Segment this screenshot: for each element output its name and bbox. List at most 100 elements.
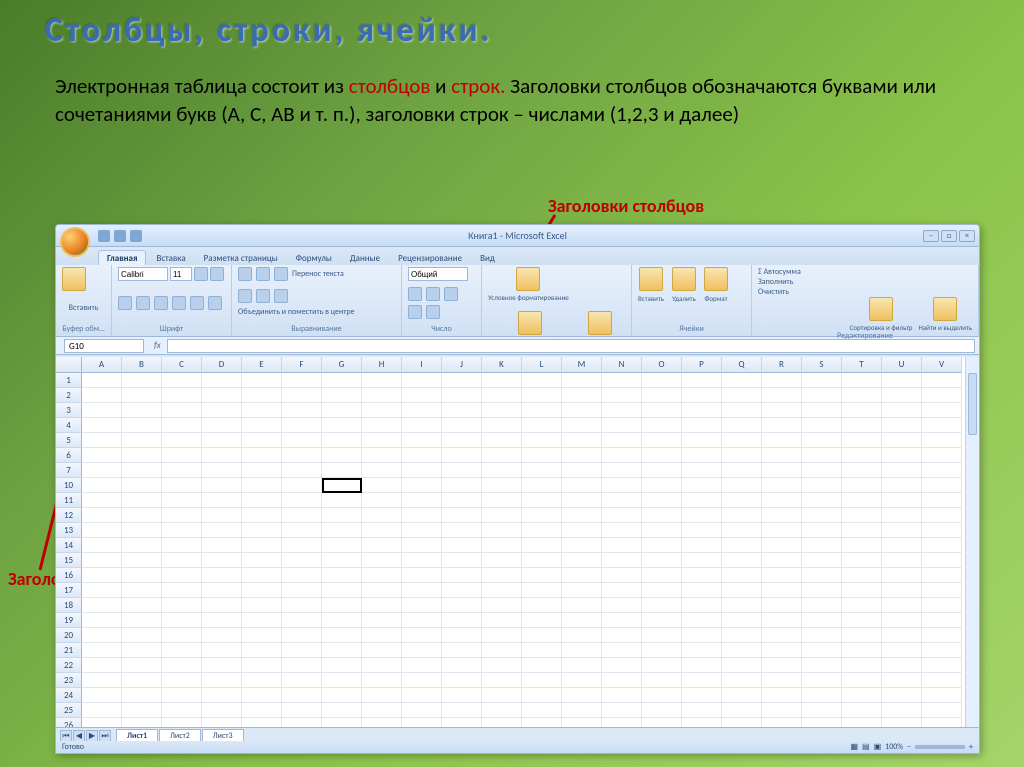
cell[interactable] bbox=[82, 583, 122, 598]
cell[interactable] bbox=[762, 553, 802, 568]
cell[interactable] bbox=[802, 448, 842, 463]
column-header[interactable]: A bbox=[82, 357, 122, 373]
view-break-icon[interactable]: ▣ bbox=[874, 741, 882, 753]
autosum-button[interactable]: Σ Автосумма bbox=[758, 267, 801, 277]
cell[interactable] bbox=[762, 433, 802, 448]
cell[interactable] bbox=[522, 508, 562, 523]
font-size-input[interactable] bbox=[170, 267, 192, 281]
cell[interactable] bbox=[722, 373, 762, 388]
cell[interactable] bbox=[162, 703, 202, 718]
cell[interactable] bbox=[82, 673, 122, 688]
cell[interactable] bbox=[682, 613, 722, 628]
cell[interactable] bbox=[882, 673, 922, 688]
cell[interactable] bbox=[82, 688, 122, 703]
cell[interactable] bbox=[522, 628, 562, 643]
cell[interactable] bbox=[322, 478, 362, 493]
cell[interactable] bbox=[362, 583, 402, 598]
cell[interactable] bbox=[402, 598, 442, 613]
cell[interactable] bbox=[522, 403, 562, 418]
cell[interactable] bbox=[602, 658, 642, 673]
cell[interactable] bbox=[242, 463, 282, 478]
cell[interactable] bbox=[82, 568, 122, 583]
cell[interactable] bbox=[522, 553, 562, 568]
cell[interactable] bbox=[762, 403, 802, 418]
column-header[interactable]: E bbox=[242, 357, 282, 373]
cell[interactable] bbox=[442, 418, 482, 433]
cell[interactable] bbox=[282, 658, 322, 673]
cell[interactable] bbox=[922, 598, 962, 613]
cell[interactable] bbox=[202, 673, 242, 688]
align-top-icon[interactable] bbox=[238, 267, 252, 281]
cell[interactable] bbox=[322, 628, 362, 643]
cell[interactable] bbox=[922, 688, 962, 703]
format-table-icon[interactable] bbox=[518, 311, 542, 335]
cell[interactable] bbox=[802, 568, 842, 583]
cell[interactable] bbox=[722, 583, 762, 598]
close-button[interactable]: × bbox=[959, 230, 975, 242]
cell[interactable] bbox=[162, 448, 202, 463]
cell[interactable] bbox=[402, 433, 442, 448]
cell[interactable] bbox=[682, 463, 722, 478]
cell[interactable] bbox=[402, 448, 442, 463]
cell[interactable] bbox=[602, 598, 642, 613]
cell[interactable] bbox=[642, 508, 682, 523]
cell[interactable] bbox=[522, 583, 562, 598]
row-header[interactable]: 22 bbox=[56, 658, 82, 673]
cell[interactable] bbox=[642, 538, 682, 553]
cell[interactable] bbox=[562, 688, 602, 703]
cell[interactable] bbox=[322, 613, 362, 628]
cell[interactable] bbox=[282, 553, 322, 568]
cell[interactable] bbox=[282, 508, 322, 523]
cell[interactable] bbox=[562, 478, 602, 493]
cell[interactable] bbox=[442, 523, 482, 538]
cell[interactable] bbox=[682, 703, 722, 718]
cell[interactable] bbox=[642, 388, 682, 403]
cell[interactable] bbox=[602, 403, 642, 418]
cell[interactable] bbox=[442, 433, 482, 448]
cell[interactable] bbox=[362, 433, 402, 448]
cell[interactable] bbox=[802, 553, 842, 568]
cell[interactable] bbox=[682, 628, 722, 643]
cell[interactable] bbox=[122, 703, 162, 718]
cell[interactable] bbox=[762, 463, 802, 478]
cell[interactable] bbox=[722, 448, 762, 463]
cell[interactable] bbox=[282, 568, 322, 583]
cell[interactable] bbox=[842, 658, 882, 673]
cell[interactable] bbox=[882, 553, 922, 568]
cell[interactable] bbox=[722, 493, 762, 508]
cell[interactable] bbox=[362, 478, 402, 493]
cell[interactable] bbox=[242, 508, 282, 523]
cell[interactable] bbox=[882, 388, 922, 403]
cell[interactable] bbox=[882, 613, 922, 628]
cell[interactable] bbox=[322, 643, 362, 658]
cell[interactable] bbox=[842, 403, 882, 418]
cell[interactable] bbox=[842, 673, 882, 688]
cell[interactable] bbox=[602, 448, 642, 463]
cell[interactable] bbox=[722, 598, 762, 613]
insert-cells-icon[interactable] bbox=[639, 267, 663, 291]
column-header[interactable]: G bbox=[322, 357, 362, 373]
cell[interactable] bbox=[282, 628, 322, 643]
cell[interactable] bbox=[362, 538, 402, 553]
cell[interactable] bbox=[482, 598, 522, 613]
cell[interactable] bbox=[802, 658, 842, 673]
font-name-input[interactable] bbox=[118, 267, 168, 281]
cell[interactable] bbox=[362, 448, 402, 463]
cell[interactable] bbox=[202, 463, 242, 478]
cell[interactable] bbox=[242, 433, 282, 448]
cell[interactable] bbox=[242, 448, 282, 463]
cell[interactable] bbox=[842, 703, 882, 718]
row-header[interactable]: 14 bbox=[56, 538, 82, 553]
cell[interactable] bbox=[762, 598, 802, 613]
cell[interactable] bbox=[242, 538, 282, 553]
cell[interactable] bbox=[402, 373, 442, 388]
cell[interactable] bbox=[362, 643, 402, 658]
cell[interactable] bbox=[202, 373, 242, 388]
percent-icon[interactable] bbox=[426, 287, 440, 301]
cell[interactable] bbox=[522, 568, 562, 583]
cell[interactable] bbox=[322, 703, 362, 718]
cell[interactable] bbox=[122, 508, 162, 523]
cell[interactable] bbox=[762, 568, 802, 583]
cell[interactable] bbox=[562, 628, 602, 643]
cell[interactable] bbox=[682, 523, 722, 538]
